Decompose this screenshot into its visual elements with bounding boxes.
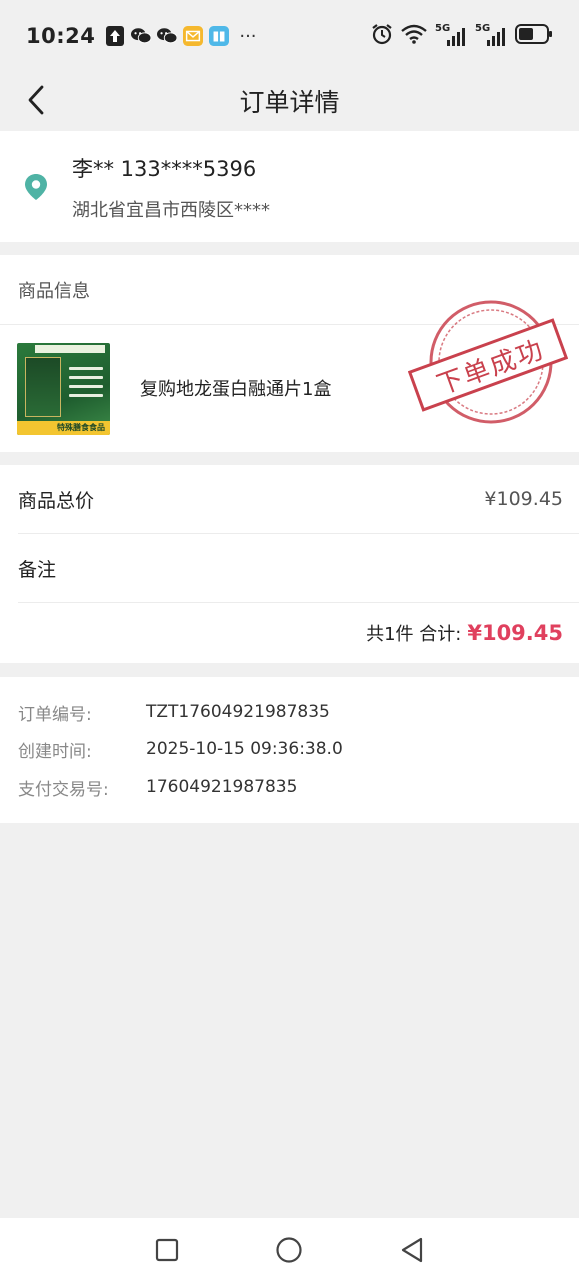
- recipient-address: 湖北省宜昌市西陵区****: [72, 200, 270, 221]
- goods-total-label: 商品总价: [18, 489, 95, 512]
- wechat-icon: [157, 26, 178, 46]
- system-navigation-bar: [0, 1218, 579, 1280]
- payment-number-value[interactable]: 17604921987835: [146, 777, 297, 797]
- wifi-icon: [401, 24, 427, 49]
- home-button[interactable]: [275, 1236, 303, 1264]
- product-name: 复购地龙蛋白融通片1盒: [140, 379, 332, 400]
- order-total-row: 共1件 合计: ¥109.45: [0, 603, 563, 663]
- chevron-left-icon: [28, 85, 44, 115]
- navigation-bar: 订单详情: [0, 72, 579, 130]
- price-card: 商品总价 ¥109.45 备注 共1件 合计: ¥109.45: [0, 465, 579, 663]
- product-section-title: 商品信息: [18, 280, 90, 302]
- payment-number-row: 支付交易号: 17604921987835: [18, 774, 297, 800]
- battery-icon: [515, 23, 553, 50]
- alarm-icon: [371, 23, 393, 50]
- product-image[interactable]: 特殊膳食食品: [17, 343, 110, 435]
- signal-5g-icon: 5G: [435, 23, 467, 47]
- back-button[interactable]: [18, 82, 54, 118]
- order-total-amount: ¥109.45: [467, 621, 563, 645]
- notification-icons: ···: [105, 25, 257, 47]
- goods-total-row: 商品总价 ¥109.45: [18, 465, 579, 534]
- created-time-row: 创建时间: 2025-10-15 09:36:38.0: [18, 736, 343, 762]
- system-back-button[interactable]: [398, 1236, 426, 1264]
- wechat-icon: [131, 26, 152, 46]
- product-card: 商品信息 特殊膳食食品 复购地龙蛋白融通片1盒 下单成功: [0, 255, 579, 452]
- order-number-value[interactable]: TZT17604921987835: [146, 702, 330, 722]
- created-time-label: 创建时间:: [18, 741, 92, 762]
- page-title: 订单详情: [239, 88, 340, 117]
- order-info-card: 订单编号: TZT17604921987835 创建时间: 2025-10-15…: [0, 677, 579, 823]
- created-time-value: 2025-10-15 09:36:38.0: [146, 739, 343, 759]
- signal-5g-icon: 5G: [475, 23, 507, 47]
- upload-icon: [105, 26, 125, 46]
- status-bar: 10:24 ··· 5G 5G: [0, 0, 579, 72]
- recent-apps-button[interactable]: [153, 1236, 181, 1264]
- item-count-label: 共1件 合计:: [366, 624, 462, 645]
- status-time: 10:24: [26, 24, 96, 48]
- address-card[interactable]: 李** 133****5396 湖北省宜昌市西陵区****: [0, 131, 579, 242]
- more-notifications-icon: ···: [239, 25, 257, 47]
- location-pin-icon: [25, 174, 47, 200]
- payment-number-label: 支付交易号:: [18, 779, 109, 800]
- remark-label: 备注: [18, 558, 57, 581]
- reader-app-icon: [209, 26, 230, 46]
- triangle-back-icon: [401, 1237, 423, 1263]
- order-number-label: 订单编号:: [18, 704, 92, 725]
- recipient-name-phone: 李** 133****5396: [72, 157, 257, 181]
- mail-app-icon: [183, 26, 204, 46]
- order-number-row: 订单编号: TZT17604921987835: [18, 699, 330, 725]
- circle-icon: [276, 1237, 302, 1263]
- product-image-banner-text: 特殊膳食食品: [57, 423, 105, 432]
- goods-total-value: ¥109.45: [484, 488, 563, 510]
- order-success-stamp: 下单成功: [407, 297, 569, 427]
- square-icon: [155, 1238, 179, 1262]
- system-indicators: 5G 5G: [371, 23, 553, 50]
- remark-row[interactable]: 备注: [18, 534, 579, 603]
